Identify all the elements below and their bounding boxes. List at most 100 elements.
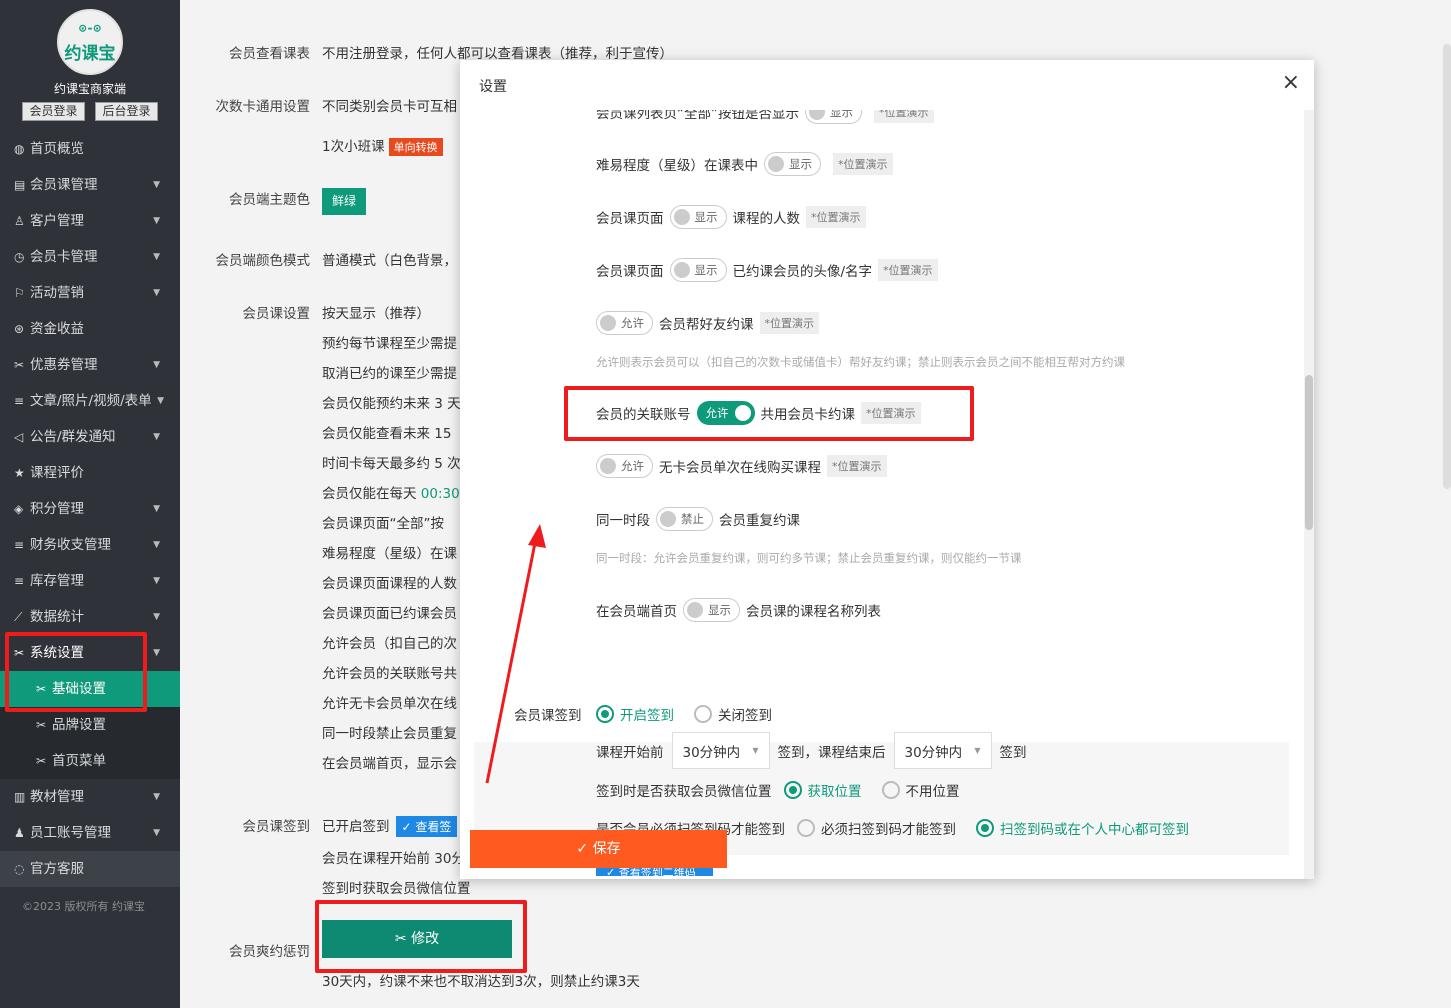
show-toggle[interactable]: 显示 [683, 598, 740, 622]
tools-icon: ✂ [14, 646, 25, 660]
window-scrollbar[interactable] [1443, 44, 1451, 489]
sidebar-item-announcements[interactable]: ◁ 公告/群发通知 ▼ [0, 419, 180, 455]
signin-off-radio[interactable] [694, 705, 712, 723]
sidebar-item-home-menu[interactable]: ✂ 首页菜单 [0, 743, 180, 779]
sidebar-item-coupons[interactable]: ✂ 优惠券管理 ▼ [0, 347, 180, 383]
sidebar-item-home[interactable]: ◍ 首页概览 [0, 131, 180, 167]
yen-icon: ⊛ [14, 322, 25, 336]
allow-toggle[interactable]: 允许 [596, 311, 653, 335]
after-suffix: 签到 [999, 744, 1027, 761]
sidebar-item-member-card[interactable]: ◷ 会员卡管理 ▼ [0, 239, 180, 275]
sidebar-item-staff[interactable]: ♟ 员工账号管理 ▼ [0, 815, 180, 851]
sidebar-item-points[interactable]: ◈ 积分管理 ▼ [0, 491, 180, 527]
location-get-radio[interactable] [783, 781, 802, 799]
signin-on-radio[interactable] [596, 705, 614, 723]
sidebar-item-system-settings[interactable]: ✂ 系统设置 ▼ [0, 635, 180, 671]
course-line: 会员课页面课程的人数 [322, 576, 457, 592]
course-line: 允许会员（扣自己的次 [322, 636, 457, 652]
location-get-label[interactable]: 获取位置 [808, 780, 862, 800]
close-icon[interactable]: × [1282, 70, 1300, 95]
show-toggle[interactable]: 显示 [764, 152, 821, 176]
course-line: 允许无卡会员单次在线 [322, 696, 457, 712]
label-theme: 会员端主题色 [229, 192, 310, 208]
after-time-select[interactable]: 30分钟内 ▼ [893, 732, 992, 769]
course-line: 会员仅能查看未来 15 [322, 426, 452, 442]
toggle-label: 允许 [621, 459, 644, 473]
person-icon: ♟ [14, 826, 25, 840]
position-demo-tag[interactable]: *位置演示 [827, 455, 887, 477]
setting-row-linked-account: 会员的关联账号 允许 共用会员卡约课 *位置演示 [596, 401, 921, 425]
sidebar-item-brand-settings[interactable]: ✂ 品牌设置 [0, 707, 180, 743]
signin-off-label[interactable]: 关闭签到 [718, 704, 772, 724]
show-toggle[interactable]: 显示 [669, 258, 727, 282]
location-none-label[interactable]: 不用位置 [906, 780, 960, 800]
chevron-down-icon: ▼ [157, 396, 164, 406]
course-line: 难易程度（星级）在课 [322, 546, 457, 562]
setting-text: 会员帮好友约课 [659, 317, 754, 333]
sidebar-item-label: 优惠券管理 [30, 357, 98, 373]
position-demo-tag[interactable]: *位置演示 [878, 259, 938, 281]
position-demo-tag[interactable]: *位置演示 [833, 153, 893, 175]
toggle-label: 显示 [708, 603, 731, 617]
scan-either-radio[interactable] [976, 819, 994, 837]
show-toggle[interactable]: 显示 [805, 110, 862, 124]
chevron-down-icon: ▼ [153, 576, 160, 586]
signin-radio-group: 开启签到 关闭签到 [596, 704, 772, 724]
show-toggle[interactable]: 显示 [669, 205, 727, 229]
sidebar-item-reviews[interactable]: ★ 课程评价 [0, 455, 180, 491]
position-demo-tag[interactable]: *位置演示 [874, 110, 934, 123]
location-none-radio[interactable] [881, 781, 900, 799]
signin-on-label[interactable]: 开启签到 [620, 704, 674, 724]
allow-toggle[interactable]: 允许 [596, 454, 653, 478]
toggle-label: 允许 [621, 316, 644, 330]
position-demo-tag[interactable]: *位置演示 [759, 312, 819, 334]
before-time-select[interactable]: 30分钟内 ▼ [671, 732, 770, 769]
scan-must-label[interactable]: 必须扫签到码才能签到 [821, 818, 956, 838]
edit-button-label: 修改 [411, 931, 440, 947]
sidebar-item-label: 财务收支管理 [30, 537, 111, 553]
one-way-tag: 单向转换 [388, 138, 443, 156]
document-icon: ▤ [14, 178, 26, 192]
sidebar-item-marketing[interactable]: ⚐ 活动营销 ▼ [0, 275, 180, 311]
settings-modal: 设置 × 会员课列表页“全部”按钮是否显示 显示 *位置演示 难易程度（星级）在… [460, 60, 1314, 879]
sidebar-item-finance[interactable]: ≡ 财务收支管理 ▼ [0, 527, 180, 563]
sidebar-item-basic-settings[interactable]: ✂ 基础设置 [0, 671, 180, 707]
logo-text: 约课宝 [64, 44, 116, 64]
chevron-down-icon: ▼ [153, 504, 160, 514]
position-demo-tag[interactable]: *位置演示 [861, 402, 921, 424]
forbid-toggle[interactable]: 禁止 [656, 507, 713, 531]
setting-text: 无卡会员单次在线购买课程 [659, 460, 821, 476]
sidebar-item-member-course[interactable]: ▤ 会员课管理 ▼ [0, 167, 180, 203]
modal-scrollbar-thumb[interactable] [1305, 375, 1313, 530]
label-penalty: 会员爽约惩罚 [229, 944, 310, 960]
view-signin-button[interactable]: ✓ 查看签 [395, 816, 458, 837]
shield-icon: ◌ [14, 862, 25, 876]
sidebar-item-support[interactable]: ◌ 官方客服 [0, 851, 180, 887]
sidebar-item-label: 课程评价 [30, 465, 84, 481]
sidebar-item-articles[interactable]: ≡ 文章/照片/视频/表单 ▼ [0, 383, 180, 419]
before-label: 课程开始前 [596, 744, 664, 761]
chevron-down-icon: ▼ [153, 792, 160, 802]
setting-row-same-period: 同一时段 禁止 会员重复约课 [596, 507, 800, 531]
admin-login-button[interactable]: 后台登录 [95, 102, 158, 121]
toggle-knob [809, 110, 825, 120]
course-line: 在会员端首页，显示会 [322, 756, 457, 772]
sidebar-item-label: 资金收益 [30, 321, 84, 337]
save-button[interactable]: ✓ 保存 [470, 830, 727, 868]
member-login-button[interactable]: 会员登录 [22, 102, 85, 121]
position-demo-tag[interactable]: *位置演示 [806, 206, 866, 228]
sidebar-item-inventory[interactable]: ≡ 库存管理 ▼ [0, 563, 180, 599]
sidebar-item-funds[interactable]: ⊛ 资金收益 [0, 311, 180, 347]
chevron-down-icon: ▼ [153, 180, 160, 190]
allow-toggle[interactable]: 允许 [696, 401, 755, 425]
setting-row-difficulty: 难易程度（星级）在课表中 显示 *位置演示 [596, 152, 893, 176]
scan-either-label[interactable]: 扫签到码或在个人中心都可签到 [1000, 818, 1189, 838]
course-line: 预约每节课程至少需提 [322, 336, 457, 352]
signin-line: 签到时获取会员微信位置 [322, 881, 471, 897]
sidebar-item-statistics[interactable]: ⟋ 数据统计 ▼ [0, 599, 180, 635]
scan-must-radio[interactable] [797, 819, 815, 837]
sidebar-item-materials[interactable]: ▥ 教材管理 ▼ [0, 779, 180, 815]
edit-button[interactable]: ✂ 修改 [322, 920, 512, 958]
sidebar-item-customers[interactable]: ♙ 客户管理 ▼ [0, 203, 180, 239]
setting-row-book-for-friends: 允许 会员帮好友约课 *位置演示 [590, 311, 819, 335]
